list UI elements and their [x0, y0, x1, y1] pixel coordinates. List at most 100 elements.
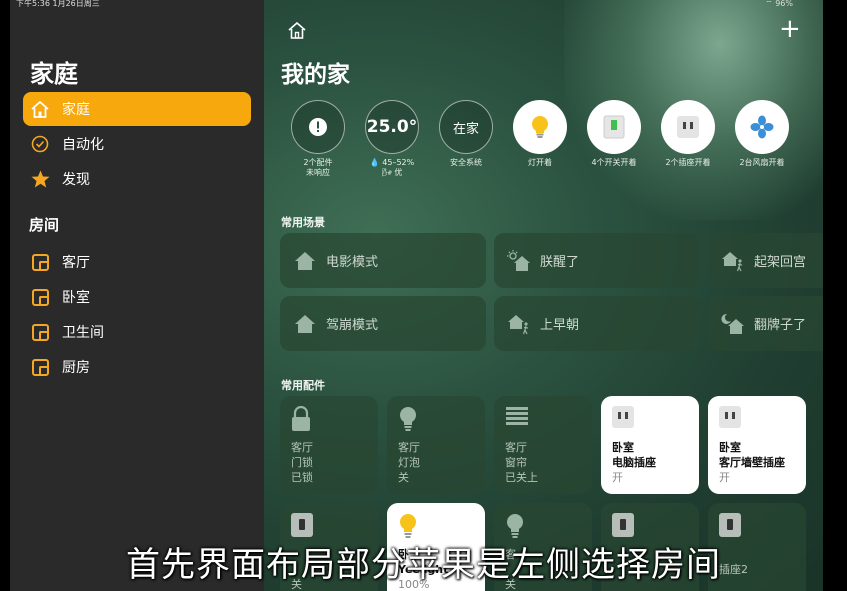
page-title: 我的家	[281, 62, 350, 88]
switch-icon	[587, 100, 641, 154]
sidebar-item-label: 卫生间	[62, 325, 104, 341]
main-panel: + 我的家 2个配件 未响应 25.0° 💧 45–52% 🌬 优 在家 安全系…	[264, 0, 823, 591]
accessory-tile-lock[interactable]: 客厅 门锁 已锁	[280, 396, 378, 494]
accessory-name: 门锁	[291, 456, 313, 469]
sidebar-item-label: 客厅	[62, 255, 90, 271]
scene-tile[interactable]: 起架回宫	[708, 233, 823, 288]
accessory-room: 卧室	[719, 441, 741, 454]
bulb-icon	[513, 100, 567, 154]
security-badge: 在家	[439, 100, 493, 154]
sidebar-item-bedroom[interactable]: 卧室	[23, 280, 251, 314]
status-not-responding[interactable]: 2个配件 未响应	[281, 100, 355, 178]
sidebar-item-bathroom[interactable]: 卫生间	[23, 315, 251, 349]
lock-icon	[291, 405, 311, 436]
status-caption: 4个开关开着	[591, 158, 637, 167]
status-lights[interactable]: 灯开着	[503, 100, 577, 168]
accessory-name: 灯泡	[398, 456, 420, 469]
house-icon	[288, 21, 306, 43]
scene-label: 电影模式	[326, 255, 379, 270]
accessory-room: 客厅	[505, 441, 527, 454]
person-house-icon	[506, 311, 532, 337]
house-icon	[292, 311, 318, 337]
house-icon	[292, 248, 318, 274]
accessory-state: 关	[398, 471, 409, 484]
accessory-tile-outlet[interactable]: 卧室 客厅墙壁插座 开	[708, 396, 806, 494]
scene-label: 起架回宫	[754, 255, 807, 270]
accessory-state: 已关上	[505, 471, 538, 484]
accessory-tile-bulb[interactable]: 客厅 灯泡 关	[387, 396, 485, 494]
scene-tile[interactable]: 上早朝	[494, 296, 700, 351]
temperature-value: 25.0°	[366, 117, 418, 137]
sidebar-item-kitchen[interactable]: 厨房	[23, 350, 251, 384]
scene-tile[interactable]: 驾崩模式	[280, 296, 486, 351]
status-time: 下午5:36 1月26日周三	[16, 0, 100, 8]
status-caption: 未响应	[306, 168, 330, 177]
status-caption: 2个配件	[303, 158, 333, 167]
scene-label: 朕醒了	[540, 255, 580, 270]
outlet-icon	[661, 100, 715, 154]
sidebar: 家庭 家庭 自动化 发现 房间 客厅 卧室 卫生间 厨房	[10, 0, 264, 591]
outlet-icon	[719, 406, 741, 428]
person-house-icon	[720, 248, 746, 274]
app-window: 下午5:36 1月26日周三 ⌔ 96% 家庭 家庭 自动化 发现 房间 客厅 …	[10, 0, 823, 591]
room-icon	[30, 322, 50, 342]
status-caption: 🌬 优	[381, 168, 403, 177]
plus-icon: +	[779, 14, 801, 44]
status-caption: 安全系统	[450, 158, 482, 167]
fan-icon	[735, 100, 789, 154]
blinds-icon	[505, 406, 529, 432]
accessory-name: 客厅墙壁插座	[719, 456, 785, 469]
accessory-tile-outlet[interactable]: 卧室 电脑插座 开	[601, 396, 699, 494]
sidebar-item-home[interactable]: 家庭	[23, 92, 251, 126]
home-settings-button[interactable]	[288, 21, 306, 43]
sunrise-house-icon	[506, 248, 532, 274]
switch-icon	[612, 513, 634, 537]
status-climate[interactable]: 25.0° 💧 45–52% 🌬 优	[355, 100, 429, 178]
accessory-room: 卧室	[612, 441, 634, 454]
status-security[interactable]: 在家 安全系统	[429, 100, 503, 168]
temperature-badge: 25.0°	[365, 100, 419, 154]
accessory-state: 开	[612, 471, 623, 484]
battery-percent: 96%	[775, 0, 793, 8]
accessory-room: 客厅	[291, 441, 313, 454]
accessory-tile-blinds[interactable]: 客厅 窗帘 已关上	[494, 396, 592, 494]
clock-check-icon	[30, 134, 50, 154]
room-icon	[30, 287, 50, 307]
accessory-name: 电脑插座	[612, 456, 656, 469]
status-switches[interactable]: 4个开关开着	[577, 100, 651, 168]
house-icon	[30, 99, 50, 119]
scene-tile[interactable]: 电影模式	[280, 233, 486, 288]
status-caption: 💧 45–52%	[369, 158, 415, 167]
accessory-state: 已锁	[291, 471, 313, 484]
sidebar-item-label: 自动化	[62, 137, 104, 153]
status-fans[interactable]: 2台风扇开着	[725, 100, 799, 168]
wifi-icon: ⌔	[765, 0, 776, 8]
scene-tile[interactable]: 朕醒了	[494, 233, 700, 288]
sidebar-item-living-room[interactable]: 客厅	[23, 245, 251, 279]
sidebar-item-label: 厨房	[62, 360, 90, 376]
scene-tile[interactable]: 翻牌子了	[708, 296, 823, 351]
status-outlets[interactable]: 2个插座开着	[651, 100, 725, 168]
status-caption: 2个插座开着	[665, 158, 711, 167]
accessory-name: 窗帘	[505, 456, 527, 469]
accessory-state: 开	[719, 471, 730, 484]
status-caption: 灯开着	[528, 158, 552, 167]
outlet-icon	[612, 406, 634, 428]
add-button[interactable]: +	[779, 16, 801, 42]
sidebar-title: 家庭	[30, 60, 78, 88]
sidebar-item-automation[interactable]: 自动化	[23, 127, 251, 161]
sidebar-item-label: 发现	[62, 172, 90, 188]
accessories-heading: 常用配件	[281, 379, 325, 392]
switch-icon	[291, 513, 313, 537]
bulb-icon	[398, 406, 418, 436]
rooms-heading: 房间	[29, 216, 60, 234]
status-caption: 2台风扇开着	[739, 158, 785, 167]
room-icon	[30, 357, 50, 377]
sidebar-item-discover[interactable]: 发现	[23, 162, 251, 196]
sidebar-item-label: 卧室	[62, 290, 90, 306]
scene-label: 翻牌子了	[754, 318, 807, 333]
accessory-room: 客厅	[398, 441, 420, 454]
star-icon	[30, 169, 50, 189]
security-value: 在家	[452, 121, 479, 137]
switch-icon	[719, 513, 741, 537]
